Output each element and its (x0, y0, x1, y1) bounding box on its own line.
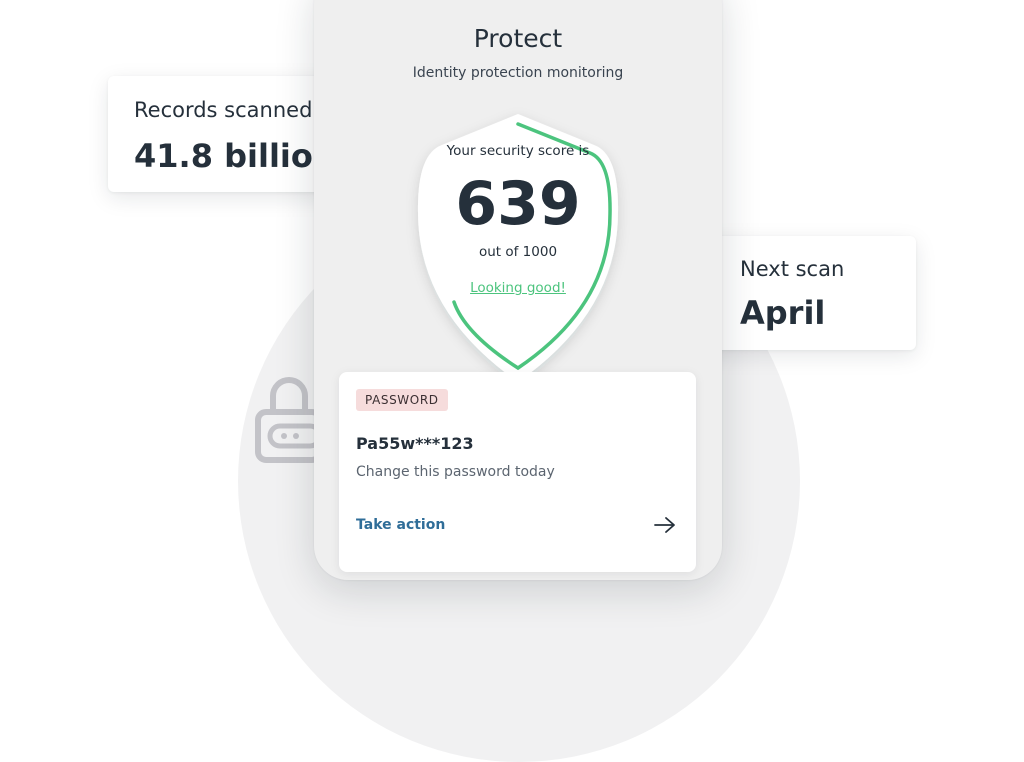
password-value: Pa55w***123 (356, 434, 474, 453)
records-scanned-card: Records scanned 41.8 billion (108, 76, 348, 192)
password-badge: PASSWORD (356, 389, 448, 411)
password-alert-card[interactable]: PASSWORD Pa55w***123 Change this passwor… (339, 372, 696, 572)
score-out-of: out of 1000 (478, 244, 558, 260)
score-status-link[interactable]: Looking good! (402, 279, 634, 297)
phone-screen: Protect Identity protection monitoring Y… (314, 0, 722, 580)
next-scan-label: Next scan (740, 257, 845, 281)
password-hint: Change this password today (356, 464, 555, 480)
security-score-shield: Your security score is 639 out of 1000 L… (402, 102, 634, 392)
app-title: Protect (473, 24, 563, 53)
next-scan-card: Next scan April (698, 236, 916, 350)
arrow-right-icon[interactable] (653, 515, 677, 535)
take-action-link[interactable]: Take action (356, 516, 445, 534)
score-label: Your security score is (446, 143, 590, 159)
score-value: 639 (455, 169, 581, 239)
app-subtitle: Identity protection monitoring (412, 65, 624, 81)
next-scan-value: April (740, 294, 826, 332)
